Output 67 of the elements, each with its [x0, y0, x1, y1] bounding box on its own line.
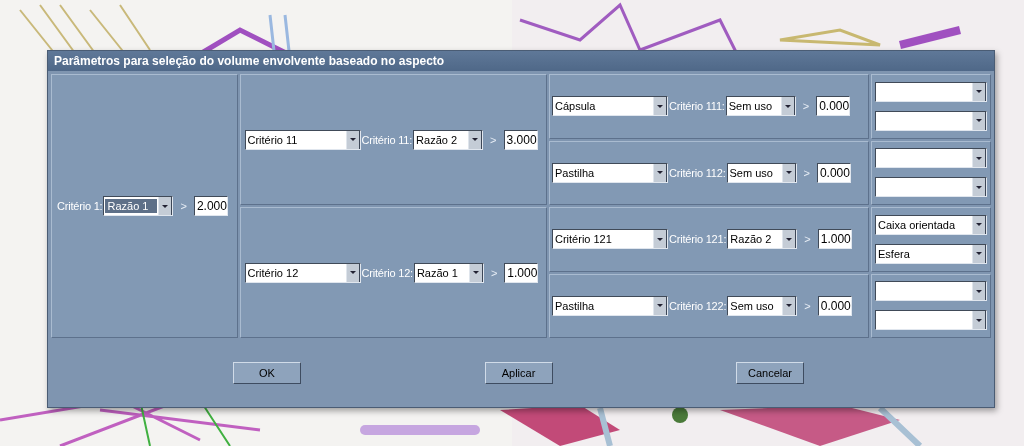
comparator-label: > — [804, 299, 811, 312]
dropdown[interactable]: Razão 2 — [727, 229, 798, 250]
dropdown[interactable]: Critério 12 — [244, 262, 361, 283]
caret-icon — [472, 138, 479, 141]
caret-icon — [976, 119, 982, 123]
comparator-label: > — [490, 133, 497, 146]
caret-icon — [162, 204, 169, 208]
caret-icon — [786, 237, 793, 241]
dropdown[interactable]: Caixa orientada — [875, 214, 987, 235]
value-field[interactable]: 3.000 — [503, 129, 538, 150]
dropdown[interactable] — [875, 81, 987, 102]
caret-icon — [657, 104, 663, 108]
dropdown[interactable]: Sem uso — [726, 162, 797, 183]
dropdown[interactable]: Razão 1 — [413, 262, 484, 283]
dropdown[interactable]: Sem uso — [727, 295, 798, 316]
dialog-title: Parâmetros para seleção do volume envolvente baseado no aspecto — [48, 51, 994, 71]
criterion-label: Critério 1: — [57, 200, 103, 212]
caret-icon — [784, 104, 791, 108]
criterion-label: Critério 112: — [669, 166, 726, 179]
comparator-label: > — [804, 233, 811, 246]
caret-icon — [657, 237, 663, 241]
caret-icon — [472, 271, 479, 274]
caret-icon — [976, 252, 982, 256]
value-field[interactable]: 0.000 — [816, 162, 851, 183]
caret-icon — [976, 318, 982, 322]
caret-icon — [976, 223, 982, 227]
criterion-label: Critério 121: — [669, 233, 727, 246]
dropdown[interactable] — [875, 310, 987, 331]
value-field[interactable]: 1.000 — [817, 229, 852, 250]
dropdown[interactable]: Pastilha — [552, 295, 668, 316]
value-field[interactable]: 2.000 — [193, 196, 228, 216]
dropdown[interactable]: Critério 11 — [244, 129, 361, 150]
criterion-label: Critério 111: — [669, 100, 725, 113]
dialog-button[interactable]: OK — [233, 361, 301, 384]
dropdown[interactable]: Pastilha — [552, 162, 668, 183]
comparator-label: > — [490, 266, 498, 279]
dropdown[interactable]: Razão 2 — [413, 129, 484, 150]
caret-icon — [349, 138, 356, 141]
value-field[interactable]: 0.000 — [817, 295, 852, 316]
comparator-label: > — [802, 100, 810, 113]
dropdown[interactable]: Cápsula — [552, 96, 668, 117]
dialog-button[interactable]: Aplicar — [484, 361, 553, 384]
dropdown[interactable]: Critério 121 — [552, 229, 668, 250]
criterion-label: Critério 122: — [669, 299, 727, 312]
caret-icon — [349, 271, 356, 274]
dropdown[interactable]: Razão 1 — [103, 196, 174, 216]
caret-icon — [657, 171, 663, 175]
dropdown[interactable]: Sem uso — [725, 96, 796, 117]
value-field[interactable]: 1.000 — [504, 262, 539, 283]
comparator-label: > — [803, 166, 810, 179]
dropdown[interactable] — [875, 177, 987, 198]
caret-icon — [976, 156, 982, 160]
caret-icon — [976, 289, 982, 293]
comparator-label: > — [180, 200, 187, 212]
caret-icon — [786, 304, 793, 308]
caret-icon — [785, 171, 792, 175]
dropdown[interactable] — [875, 110, 987, 131]
criterion-label: Critério 12: — [361, 266, 413, 279]
value-field[interactable]: 0.000 — [816, 96, 851, 117]
caret-icon — [657, 304, 663, 308]
dropdown[interactable]: Esfera — [875, 243, 987, 264]
caret-icon — [976, 185, 982, 189]
caret-icon — [976, 90, 982, 94]
dropdown[interactable] — [875, 148, 987, 169]
dropdown[interactable] — [875, 281, 987, 302]
criterion-label: Critério 11: — [361, 133, 413, 146]
dialog-button[interactable]: Cancelar — [736, 361, 804, 384]
